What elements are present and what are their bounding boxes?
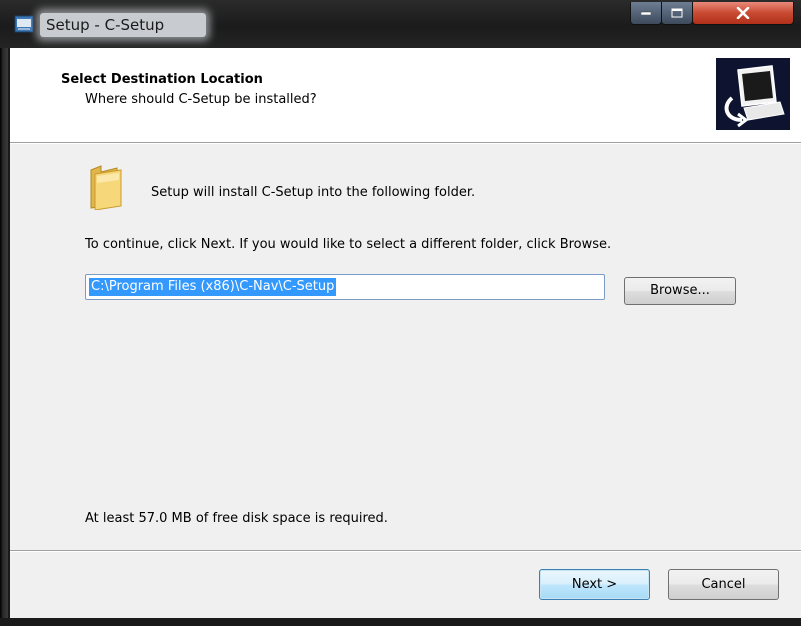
window-frame-left: [0, 0, 8, 626]
window-frame-bottom: [0, 618, 801, 626]
browse-button[interactable]: Browse...: [624, 277, 736, 305]
setup-app-icon: [14, 15, 34, 33]
header-divider-highlight: [10, 143, 801, 144]
page-subtitle: Where should C-Setup be installed?: [85, 92, 317, 107]
destination-path-value: C:\Program Files (x86)\C-Nav\C-Setup: [89, 278, 337, 296]
close-icon: [736, 7, 750, 19]
caption-buttons: [630, 2, 795, 26]
computer-install-logo: [716, 58, 790, 130]
cancel-button[interactable]: Cancel: [668, 569, 779, 600]
footer-divider-highlight: [10, 551, 801, 552]
intro-text: Setup will install C-Setup into the foll…: [151, 185, 476, 200]
setup-window: Setup - C-Setup Select Destination Locat…: [0, 0, 801, 626]
page-title: Select Destination Location: [61, 72, 263, 87]
wizard-header: Select Destination Location Where should…: [10, 48, 801, 143]
title-bar[interactable]: Setup - C-Setup: [0, 0, 801, 48]
maximize-button[interactable]: [661, 2, 693, 25]
close-button[interactable]: [692, 2, 794, 25]
wizard-client-area: Select Destination Location Where should…: [10, 48, 801, 618]
instructions-text: To continue, click Next. If you would li…: [85, 237, 612, 252]
destination-path-input[interactable]: C:\Program Files (x86)\C-Nav\C-Setup: [85, 274, 605, 300]
minimize-button[interactable]: [630, 2, 662, 25]
window-title: Setup - C-Setup: [40, 13, 206, 37]
disk-space-text: At least 57.0 MB of free disk space is r…: [85, 511, 388, 526]
folder-icon: [90, 165, 122, 210]
minimize-icon: [641, 11, 651, 15]
maximize-icon: [671, 8, 683, 18]
next-button[interactable]: Next >: [539, 569, 650, 600]
